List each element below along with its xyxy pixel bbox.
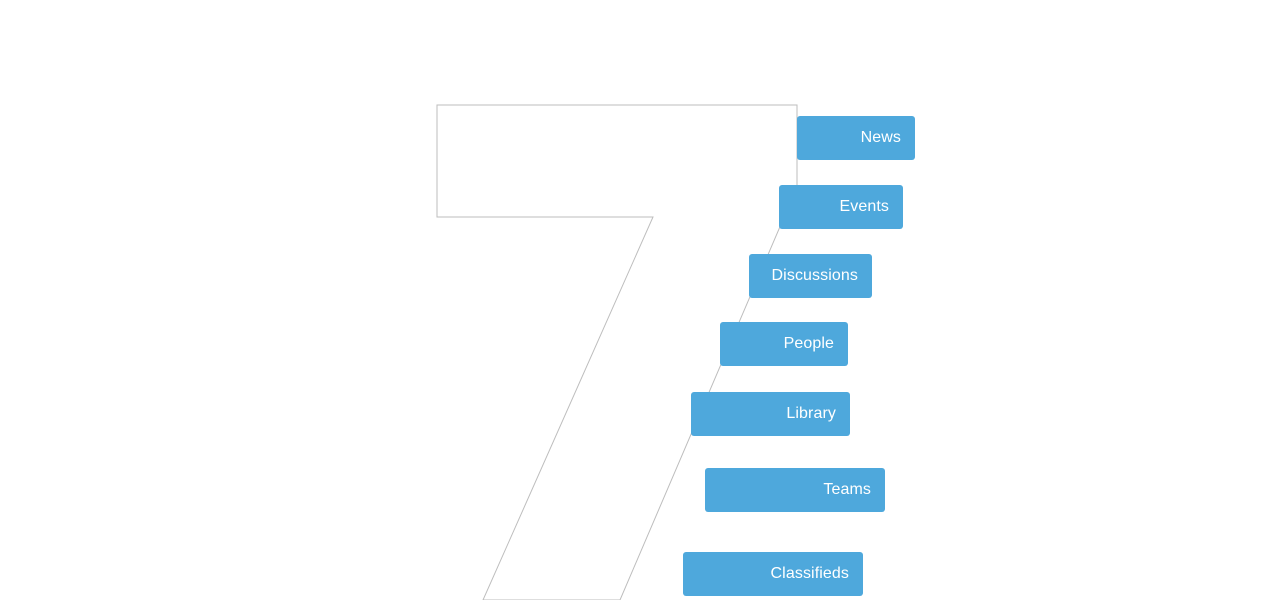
menu-tab-people[interactable]: People	[720, 322, 848, 366]
menu-tab-label: News	[860, 129, 901, 146]
menu-tab-label: Classifieds	[770, 565, 849, 582]
menu-tab-events[interactable]: Events	[779, 185, 903, 229]
menu-tab-label: Discussions	[771, 267, 858, 284]
menu-tab-label: Events	[839, 198, 889, 215]
menu-tab-discussions[interactable]: Discussions	[749, 254, 872, 298]
menu-tab-news[interactable]: News	[797, 116, 915, 160]
menu-tab-library[interactable]: Library	[691, 392, 850, 436]
number-seven-outline	[436, 104, 798, 600]
menu-tab-classifieds[interactable]: Classifieds	[683, 552, 863, 596]
menu-tab-label: Teams	[823, 481, 871, 498]
menu-tab-teams[interactable]: Teams	[705, 468, 885, 512]
menu-tab-label: Library	[786, 405, 836, 422]
menu-tab-label: People	[783, 335, 834, 352]
